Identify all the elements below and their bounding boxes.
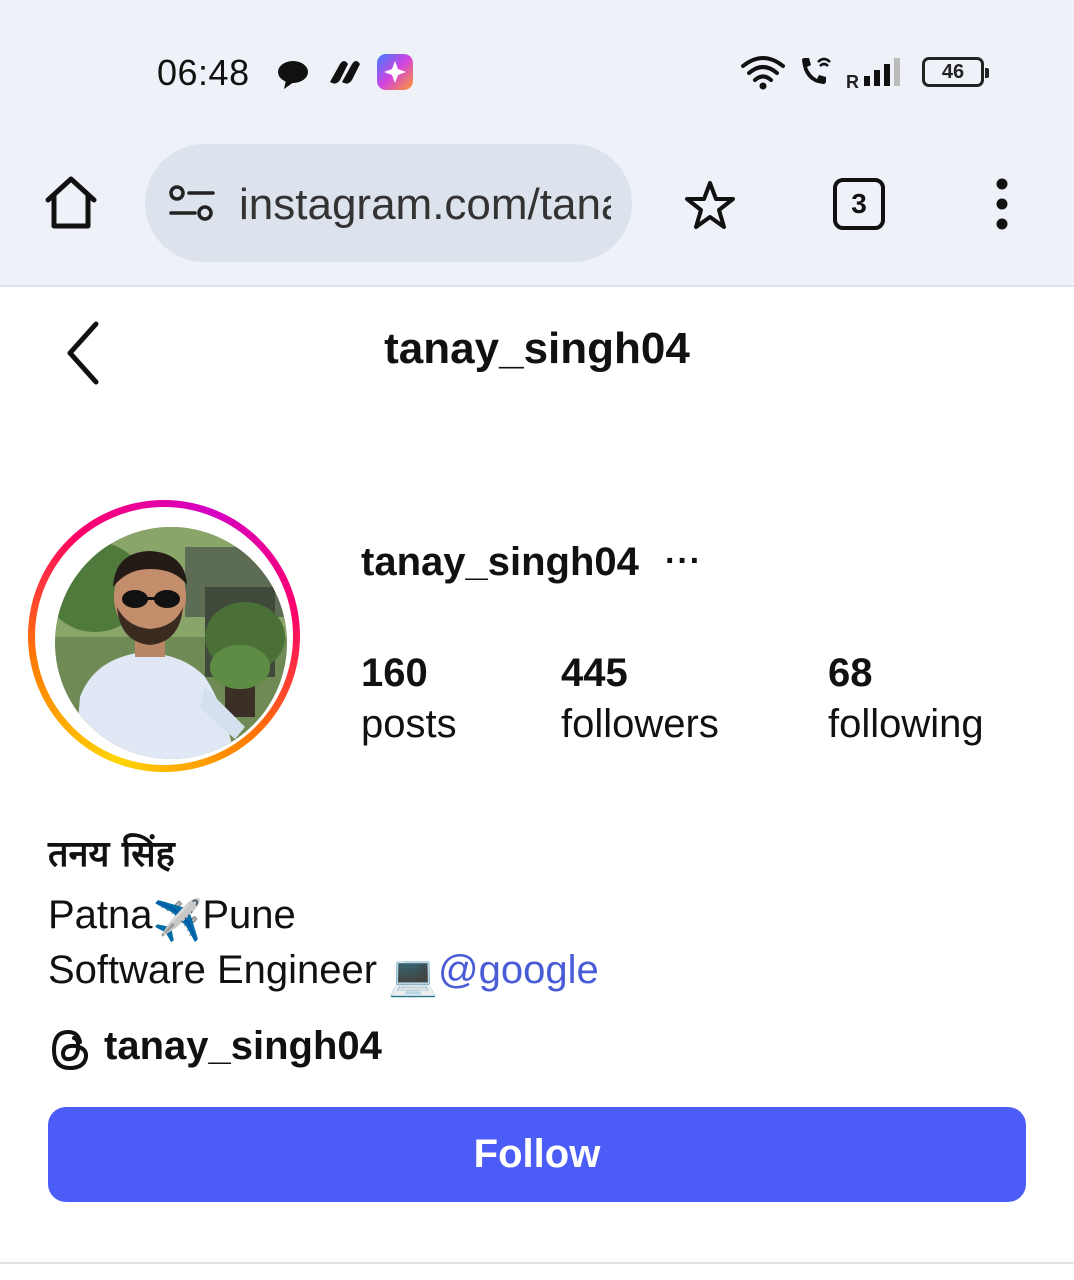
- avatar[interactable]: [55, 527, 287, 759]
- stat-followers[interactable]: 445 followers: [561, 650, 719, 752]
- avatar-border: [35, 507, 293, 765]
- bio-destination: Pune: [202, 893, 296, 937]
- page-title: tanay_singh04: [384, 324, 690, 373]
- tabs-icon[interactable]: 3: [833, 178, 885, 230]
- laptop-emoji: 💻: [388, 954, 439, 998]
- stat-following-label: following: [828, 702, 984, 746]
- status-time: 06:48: [157, 52, 250, 93]
- stat-posts-label: posts: [361, 702, 457, 746]
- home-icon[interactable]: [42, 174, 100, 232]
- follow-button[interactable]: Follow: [48, 1107, 1026, 1202]
- stat-posts[interactable]: 160 posts: [361, 650, 457, 752]
- full-name: तनय सिंह: [48, 834, 175, 875]
- profile-username: tanay_singh04: [361, 540, 639, 584]
- stat-following-value: 68: [828, 651, 873, 695]
- more-options-button[interactable]: ···: [665, 542, 702, 581]
- threads-icon: [51, 1029, 89, 1071]
- stat-followers-label: followers: [561, 702, 719, 746]
- wifi-call-icon: [802, 57, 831, 84]
- signal-icon: [864, 58, 900, 86]
- bio-line-1: Patna✈️Pune: [48, 893, 296, 944]
- threads-handle: tanay_singh04: [104, 1024, 382, 1068]
- bio-line-2: Software Engineer 💻@google: [48, 948, 599, 999]
- stat-followers-value: 445: [561, 651, 628, 695]
- stat-following[interactable]: 68 following: [828, 650, 984, 752]
- bio-role: Software Engineer: [48, 948, 389, 992]
- wifi-icon: [741, 56, 785, 90]
- story-ring[interactable]: [28, 500, 300, 772]
- divider: [0, 1262, 1074, 1264]
- url-text[interactable]: instagram.com/tanay_singh04: [239, 180, 611, 230]
- site-settings-icon[interactable]: [167, 184, 217, 224]
- stat-posts-value: 160: [361, 651, 428, 695]
- mention-link[interactable]: @google: [438, 948, 599, 992]
- colorful-app-icon: [377, 54, 413, 90]
- more-vert-icon[interactable]: [988, 178, 1016, 230]
- link-app-icon: [330, 61, 360, 84]
- star-icon[interactable]: [682, 178, 738, 234]
- carrier-indicator: R: [846, 72, 859, 92]
- browser-chrome: 06:48 R 46 instagram.com/tan 3: [0, 0, 1074, 287]
- battery-icon: 46: [922, 57, 989, 87]
- chat-bubble-icon: [278, 61, 308, 89]
- bio-origin: Patna: [48, 893, 153, 937]
- airplane-emoji: ✈️: [152, 899, 203, 943]
- url-bar[interactable]: instagram.com/tanay_singh04: [145, 144, 632, 262]
